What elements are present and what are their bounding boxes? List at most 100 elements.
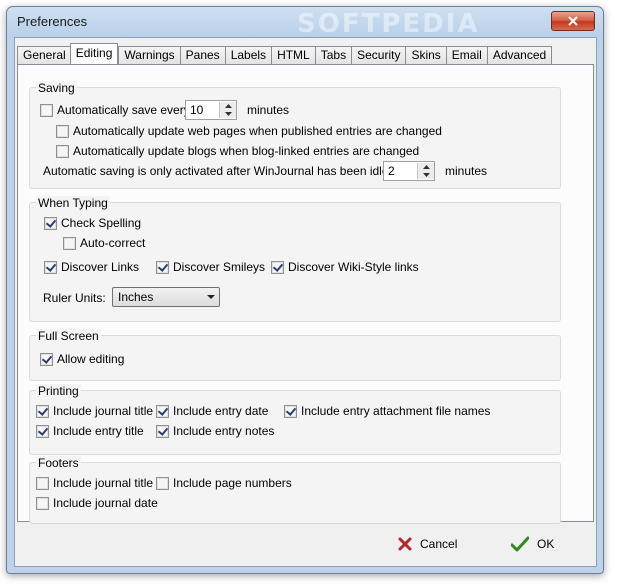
tab-editing[interactable]: Editing	[69, 43, 119, 64]
footer-journal-date-checkbox[interactable]: Include journal date	[36, 496, 158, 510]
cancel-button[interactable]: Cancel	[398, 537, 457, 551]
full-screen-group-label: Full Screen	[36, 329, 101, 343]
update-blogs-box	[56, 144, 69, 158]
discover-smileys-checkbox[interactable]: Discover Smileys	[156, 260, 265, 274]
auto-save-minutes-stepper[interactable]: 10	[185, 100, 237, 120]
spin-up-icon[interactable]	[220, 102, 236, 110]
print-entry-date-box	[156, 404, 169, 418]
close-button[interactable]	[551, 11, 595, 31]
saving-group-label: Saving	[36, 81, 77, 95]
discover-links-checkbox[interactable]: Discover Links	[44, 260, 139, 274]
window-title: Preferences	[17, 14, 88, 29]
auto-correct-box	[63, 236, 76, 250]
discover-links-label: Discover Links	[61, 260, 140, 274]
auto-save-label: Automatically save every	[57, 103, 190, 117]
discover-smileys-label: Discover Smileys	[173, 260, 266, 274]
print-entry-date-label: Include entry date	[173, 404, 269, 418]
footer-journal-title-label: Include journal title	[53, 476, 154, 490]
footers-group: Footers Include journal title Include pa…	[29, 456, 561, 524]
ok-button[interactable]: OK	[511, 536, 554, 552]
tab-security[interactable]: Security	[351, 46, 407, 64]
allow-editing-label: Allow editing	[57, 352, 125, 366]
idle-label: Automatic saving is only activated after…	[43, 164, 413, 178]
footer-journal-title-box	[36, 476, 49, 490]
print-journal-title-checkbox[interactable]: Include journal title	[36, 404, 153, 418]
footer-page-numbers-box	[156, 476, 169, 490]
discover-links-box	[44, 260, 57, 274]
footer-page-numbers-checkbox[interactable]: Include page numbers	[156, 476, 292, 490]
tab-panes[interactable]: Panes	[179, 46, 226, 64]
print-entry-notes-checkbox[interactable]: Include entry notes	[156, 424, 274, 438]
cancel-icon	[398, 537, 412, 551]
tab-labels[interactable]: Labels	[224, 46, 273, 64]
check-spelling-checkbox[interactable]: Check Spelling	[44, 216, 141, 230]
idle-stepper-arrows[interactable]	[417, 163, 434, 179]
print-attachment-names-checkbox[interactable]: Include entry attachment file names	[284, 404, 490, 418]
tab-skins[interactable]: Skins	[405, 46, 447, 64]
print-entry-notes-label: Include entry notes	[173, 424, 275, 438]
footer-journal-date-label: Include journal date	[53, 496, 158, 510]
tab-strip: General Editing Warnings Panes Labels HT…	[17, 43, 553, 64]
printing-group: Printing Include journal title Include e…	[29, 384, 561, 455]
dialog-client-area: General Editing Warnings Panes Labels HT…	[14, 37, 597, 567]
print-attachment-names-box	[284, 404, 297, 418]
title-bar[interactable]: Preferences SOFTPEDIA	[7, 7, 603, 39]
update-web-pages-label: Automatically update web pages when publ…	[73, 124, 442, 138]
allow-editing-box	[40, 352, 53, 366]
ruler-units-value: Inches	[118, 290, 154, 304]
close-icon	[568, 16, 578, 26]
tab-html[interactable]: HTML	[271, 46, 316, 64]
footer-journal-title-checkbox[interactable]: Include journal title	[36, 476, 153, 490]
auto-correct-checkbox[interactable]: Auto-correct	[63, 236, 145, 250]
preferences-window: Preferences SOFTPEDIA General Editing Wa…	[6, 6, 604, 574]
print-entry-date-checkbox[interactable]: Include entry date	[156, 404, 268, 418]
auto-correct-label: Auto-correct	[80, 236, 146, 250]
check-spelling-label: Check Spelling	[61, 216, 142, 230]
editing-tab-page: Saving Automatically save every 10 minut…	[17, 64, 594, 524]
allow-editing-checkbox[interactable]: Allow editing	[40, 352, 124, 366]
print-entry-title-checkbox[interactable]: Include entry title	[36, 424, 144, 438]
tab-tabs[interactable]: Tabs	[314, 46, 353, 64]
saving-group: Saving Automatically save every 10 minut…	[29, 81, 561, 189]
footers-group-label: Footers	[36, 456, 81, 470]
check-spelling-box	[44, 216, 57, 230]
tab-general[interactable]: General	[17, 46, 72, 64]
idle-minutes-stepper[interactable]: 2	[383, 161, 435, 181]
checkmark-icon	[511, 536, 529, 552]
spin-up-icon[interactable]	[418, 163, 434, 171]
chevron-down-icon	[203, 295, 219, 299]
auto-save-unit: minutes	[247, 103, 290, 117]
auto-save-box	[40, 103, 53, 117]
printing-group-label: Printing	[36, 384, 81, 398]
footer-page-numbers-label: Include page numbers	[173, 476, 292, 490]
cancel-label: Cancel	[420, 537, 458, 551]
discover-wiki-checkbox[interactable]: Discover Wiki-Style links	[271, 260, 419, 274]
print-entry-title-box	[36, 424, 49, 438]
idle-minutes-value: 2	[388, 164, 395, 178]
when-typing-group-label: When Typing	[36, 196, 110, 210]
when-typing-group: When Typing Check Spelling Auto-correct …	[29, 196, 561, 322]
print-entry-title-label: Include entry title	[53, 424, 144, 438]
spin-down-icon[interactable]	[418, 171, 434, 179]
ruler-units-label: Ruler Units:	[43, 291, 106, 305]
auto-save-checkbox[interactable]: Automatically save every	[40, 103, 190, 117]
update-web-pages-box	[56, 124, 69, 138]
idle-unit: minutes	[445, 164, 488, 178]
ruler-units-select[interactable]: Inches	[112, 287, 220, 307]
print-attachment-names-label: Include entry attachment file names	[301, 404, 491, 418]
print-journal-title-label: Include journal title	[53, 404, 154, 418]
discover-smileys-box	[156, 260, 169, 274]
discover-wiki-box	[271, 260, 284, 274]
watermark-logo: SOFTPEDIA	[297, 9, 480, 39]
tab-warnings[interactable]: Warnings	[118, 46, 181, 64]
tab-email[interactable]: Email	[445, 46, 488, 64]
print-journal-title-box	[36, 404, 49, 418]
full-screen-group: Full Screen Allow editing	[29, 329, 561, 381]
spin-down-icon[interactable]	[220, 110, 236, 118]
tab-advanced[interactable]: Advanced	[486, 46, 553, 64]
footer-journal-date-box	[36, 496, 49, 510]
discover-wiki-label: Discover Wiki-Style links	[288, 260, 419, 274]
update-web-pages-checkbox[interactable]: Automatically update web pages when publ…	[56, 124, 442, 138]
update-blogs-checkbox[interactable]: Automatically update blogs when blog-lin…	[56, 144, 419, 158]
auto-save-stepper-arrows[interactable]	[219, 102, 236, 118]
